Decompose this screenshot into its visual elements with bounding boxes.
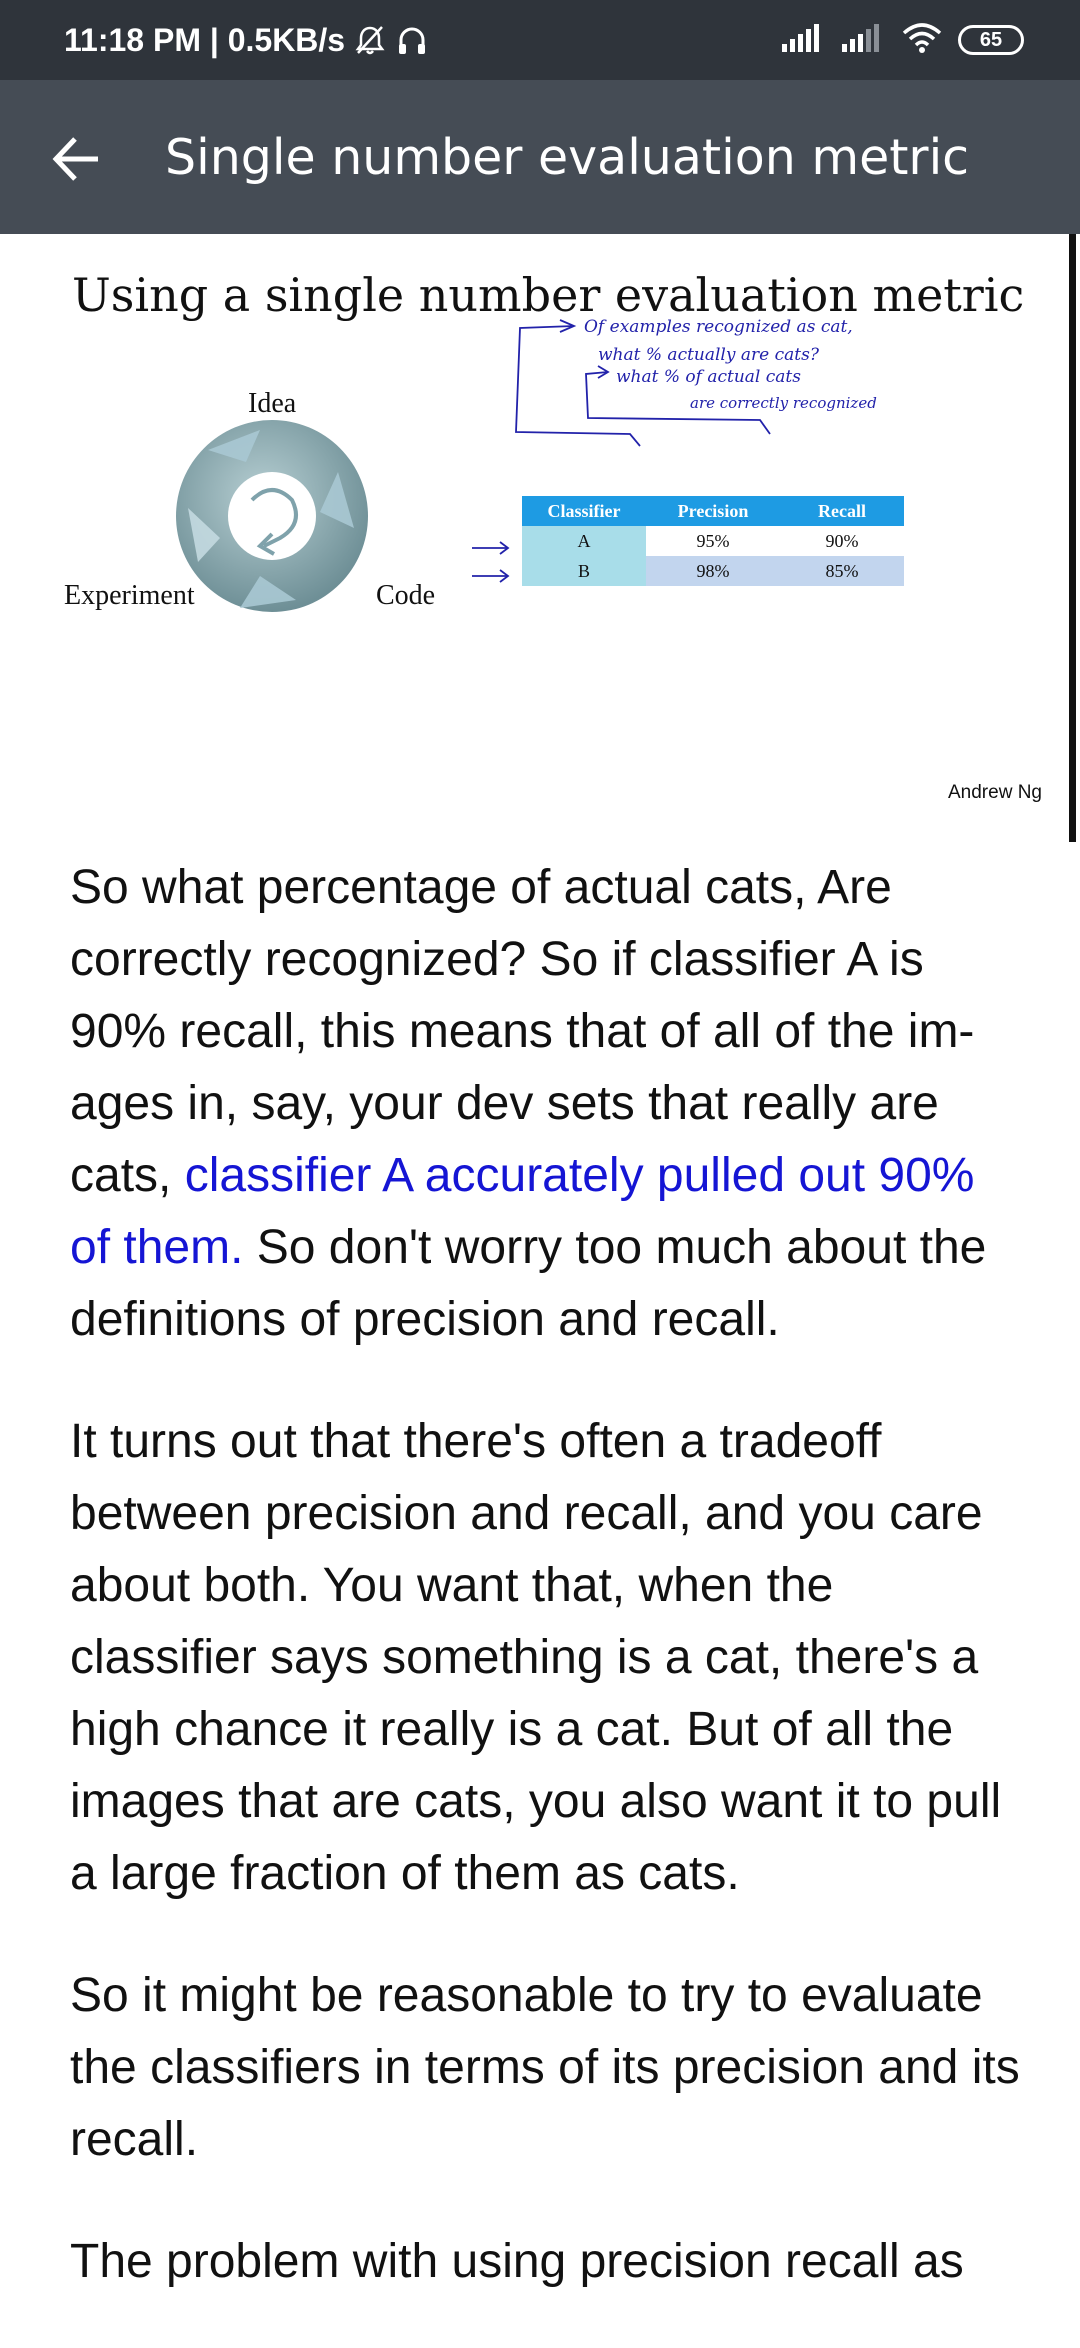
status-right: 65 xyxy=(782,0,1024,80)
battery-icon: 65 xyxy=(958,25,1024,55)
table-header-row: Classifier Precision Recall xyxy=(522,496,904,526)
status-bar: 11:18 PM | 0.5KB/s 65 xyxy=(0,0,1080,80)
lecture-slide: Using a single number evaluation metric … xyxy=(0,234,1080,814)
table-row: B 98% 85% xyxy=(522,556,904,586)
note-line-2: what % actually are cats? xyxy=(598,345,820,365)
note-line-4: are correctly recognized xyxy=(690,394,877,412)
arrow-left-icon xyxy=(52,137,98,181)
headset-icon xyxy=(395,23,429,57)
back-button[interactable] xyxy=(40,123,112,195)
header-classifier: Classifier xyxy=(522,496,646,526)
cell-classifier: B xyxy=(522,556,646,586)
iteration-cycle-diagram xyxy=(176,420,368,612)
wifi-icon xyxy=(902,23,942,57)
status-time-speed: 11:18 PM | 0.5KB/s xyxy=(64,21,346,58)
paragraph: It turns out that there's often a tradeo… xyxy=(70,1415,1002,1900)
note-line-3: what % of actual cats xyxy=(616,367,801,387)
slide-author: Andrew Ng xyxy=(948,782,1042,803)
status-left: 11:18 PM | 0.5KB/s xyxy=(64,0,429,80)
cycle-label-code: Code xyxy=(376,580,436,611)
cell-precision: 98% xyxy=(646,556,780,586)
metrics-table: Classifier Precision Recall A 95% 90% B … xyxy=(522,496,904,586)
cell-recall: 85% xyxy=(780,556,904,586)
paragraph: So what percentage of actual cats, Are c… xyxy=(70,852,1020,1356)
cell-classifier: A xyxy=(522,526,646,556)
paragraph: So it might be reasonable to try to eval… xyxy=(70,1969,1020,2166)
table-row: A 95% 90% xyxy=(522,526,904,556)
note-line-1: Of examples recognized as cat, xyxy=(584,317,853,337)
signal-icon xyxy=(782,24,826,56)
page-title: Single number evaluation metric xyxy=(165,128,970,186)
article-body: So what percentage of actual cats, Are c… xyxy=(70,852,1020,2348)
row-a-arrow-icon xyxy=(472,541,510,555)
battery-level: 65 xyxy=(979,28,1003,51)
mute-icon xyxy=(353,23,387,57)
cell-recall: 90% xyxy=(780,526,904,556)
cell-precision: 95% xyxy=(646,526,780,556)
signal-icon xyxy=(842,24,886,56)
header-recall: Recall xyxy=(780,496,904,526)
scrollbar[interactable] xyxy=(1069,234,1076,842)
app-bar: Single number evaluation metric xyxy=(0,80,1080,234)
header-precision: Precision xyxy=(646,496,780,526)
row-b-arrow-icon xyxy=(472,569,510,583)
paragraph: The problem with using precision recall … xyxy=(70,2235,964,2288)
